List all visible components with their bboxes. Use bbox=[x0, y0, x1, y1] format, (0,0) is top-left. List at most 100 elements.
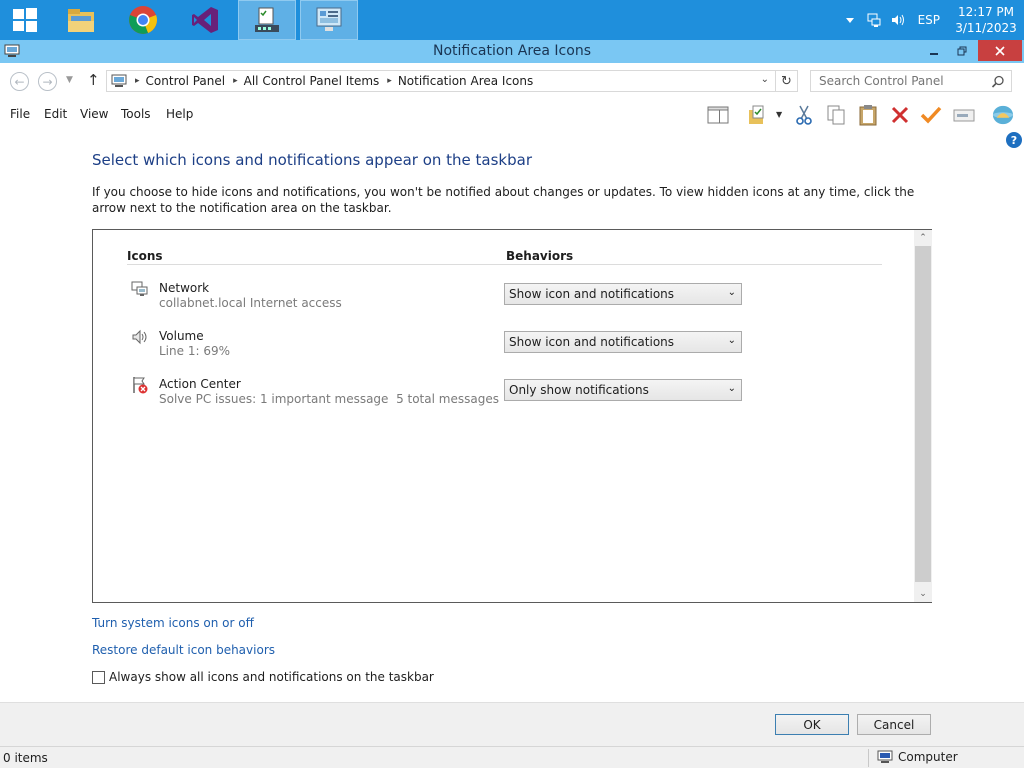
checkmark-icon bbox=[920, 106, 942, 124]
checkbox-box[interactable] bbox=[92, 670, 105, 684]
task-manager-icon bbox=[255, 7, 279, 32]
status-bar: 0 items Computer bbox=[0, 746, 1024, 768]
row-description: Solve PC issues: 1 important message 5 t… bbox=[159, 392, 499, 406]
dropdown-chevron-icon: ⌄ bbox=[727, 335, 736, 346]
layout-pane-icon bbox=[707, 106, 729, 124]
column-header-icons: Icons bbox=[127, 249, 163, 263]
forward-button[interactable]: → bbox=[38, 72, 57, 91]
icon-row-action-center: Action Center Solve PC issues: 1 importa… bbox=[131, 374, 851, 414]
clock-time: 12:17 PM bbox=[958, 5, 1014, 19]
delete-x-icon bbox=[891, 106, 909, 124]
menu-view[interactable]: View bbox=[80, 107, 108, 121]
visual-studio-icon bbox=[192, 7, 218, 33]
dropdown-chevron-icon: ⌄ bbox=[727, 287, 736, 298]
delete-button[interactable] bbox=[889, 104, 911, 126]
breadcrumb-control-panel[interactable]: Control Panel bbox=[146, 74, 226, 88]
windows-logo-icon bbox=[13, 8, 37, 32]
title-bar: Notification Area Icons bbox=[0, 40, 1024, 63]
volume-tray-icon[interactable] bbox=[888, 10, 908, 30]
start-button[interactable] bbox=[0, 0, 50, 40]
back-button[interactable]: ← bbox=[10, 72, 29, 91]
taskbar-task-manager[interactable] bbox=[238, 0, 296, 40]
search-input[interactable] bbox=[819, 74, 989, 88]
restore-button[interactable] bbox=[948, 40, 976, 61]
recent-locations-chevron-icon[interactable]: ▼ bbox=[66, 75, 73, 85]
menu-file[interactable]: File bbox=[10, 107, 30, 121]
ok-button[interactable]: OK bbox=[775, 714, 849, 735]
cancel-button[interactable]: Cancel bbox=[857, 714, 931, 735]
close-icon bbox=[995, 45, 1005, 56]
breadcrumb-separator-icon[interactable]: ▸ bbox=[387, 76, 392, 86]
scrollbar-thumb[interactable] bbox=[915, 246, 931, 582]
minimize-button[interactable] bbox=[920, 40, 948, 61]
behavior-selected-value: Only show notifications bbox=[509, 383, 649, 397]
folder-icon bbox=[68, 9, 94, 32]
breadcrumb-notification-area-icons[interactable]: Notification Area Icons bbox=[398, 74, 533, 88]
behavior-dropdown-volume[interactable]: Show icon and notifications ⌄ bbox=[504, 331, 742, 353]
restore-defaults-link[interactable]: Restore default icon behaviors bbox=[92, 643, 275, 657]
menu-help[interactable]: Help bbox=[166, 107, 193, 121]
row-name: Action Center bbox=[159, 377, 241, 391]
close-button[interactable] bbox=[978, 40, 1022, 61]
forward-arrow-icon: → bbox=[42, 74, 53, 89]
dropdown-chevron-icon: ⌄ bbox=[727, 383, 736, 394]
help-question-icon[interactable]: ? bbox=[1006, 132, 1022, 148]
computer-location-icon bbox=[111, 74, 127, 87]
column-header-behaviors: Behaviors bbox=[506, 249, 574, 263]
taskbar-chrome[interactable] bbox=[120, 0, 166, 40]
breadcrumb-separator-icon[interactable]: ▸ bbox=[135, 76, 140, 86]
address-toolbar: ← → ▼ ↑ ▸ Control Panel ▸ All Control Pa… bbox=[0, 63, 1024, 99]
behavior-selected-value: Show icon and notifications bbox=[509, 287, 675, 301]
clock[interactable]: 12:17 PM 3/11/2023 bbox=[948, 4, 1024, 36]
clock-date: 3/11/2023 bbox=[955, 21, 1017, 35]
cut-button[interactable] bbox=[793, 104, 815, 126]
refresh-button[interactable]: ↻ bbox=[775, 71, 797, 91]
taskbar-visual-studio[interactable] bbox=[182, 0, 228, 40]
language-indicator[interactable]: ESP bbox=[918, 13, 940, 27]
icon-row-network: Network collabnet.local Internet access … bbox=[131, 278, 851, 318]
address-bar[interactable]: ▸ Control Panel ▸ All Control Panel Item… bbox=[106, 70, 798, 92]
vertical-scrollbar[interactable]: ⌃ ⌄ bbox=[914, 230, 932, 602]
scroll-down-arrow-icon[interactable]: ⌄ bbox=[914, 586, 932, 602]
scissors-icon bbox=[796, 105, 812, 125]
always-show-label[interactable]: Always show all icons and notifications … bbox=[109, 670, 434, 684]
properties-folder-button[interactable] bbox=[746, 104, 768, 126]
status-divider bbox=[868, 749, 869, 767]
restore-icon bbox=[957, 46, 967, 55]
system-tray: ESP 12:17 PM 3/11/2023 bbox=[838, 0, 1024, 40]
copy-button[interactable] bbox=[825, 104, 847, 126]
rename-icon bbox=[953, 109, 975, 122]
rename-button[interactable] bbox=[953, 104, 975, 126]
behavior-dropdown-network[interactable]: Show icon and notifications ⌄ bbox=[504, 283, 742, 305]
show-hidden-icons-chevron-icon[interactable] bbox=[840, 10, 860, 30]
up-arrow-icon[interactable]: ↑ bbox=[87, 71, 100, 89]
address-dropdown-chevron-icon[interactable]: ⌄ bbox=[761, 74, 769, 85]
control-panel-icon bbox=[316, 7, 342, 31]
folder-options-chevron-icon[interactable]: ▼ bbox=[776, 110, 782, 119]
paste-button[interactable] bbox=[857, 104, 879, 126]
apply-button[interactable] bbox=[920, 104, 942, 126]
network-tray-icon[interactable] bbox=[864, 10, 884, 30]
menu-bar: File Edit View Tools Help ▼ bbox=[0, 99, 1024, 131]
search-icon[interactable] bbox=[991, 75, 1005, 89]
action-center-flag-icon bbox=[133, 377, 148, 394]
back-arrow-icon: ← bbox=[14, 74, 25, 89]
taskbar-file-explorer[interactable] bbox=[58, 0, 104, 40]
page-heading: Select which icons and notifications app… bbox=[92, 151, 532, 169]
search-box[interactable] bbox=[810, 70, 1012, 92]
behavior-dropdown-action-center[interactable]: Only show notifications ⌄ bbox=[504, 379, 742, 401]
refresh-icon: ↻ bbox=[781, 73, 792, 89]
scroll-up-arrow-icon[interactable]: ⌃ bbox=[914, 230, 932, 246]
layout-pane-button[interactable] bbox=[707, 104, 729, 126]
always-show-checkbox[interactable]: Always show all icons and notifications … bbox=[92, 670, 434, 684]
taskbar-control-panel[interactable] bbox=[300, 0, 358, 40]
main-content: ? Select which icons and notifications a… bbox=[0, 131, 1024, 702]
row-name: Network bbox=[159, 281, 210, 295]
breadcrumb-all-items[interactable]: All Control Panel Items bbox=[244, 74, 380, 88]
intro-text: If you choose to hide icons and notifica… bbox=[92, 185, 915, 215]
breadcrumb-separator-icon[interactable]: ▸ bbox=[233, 76, 238, 86]
menu-tools[interactable]: Tools bbox=[121, 107, 151, 121]
turn-system-icons-link[interactable]: Turn system icons on or off bbox=[92, 616, 254, 630]
menu-edit[interactable]: Edit bbox=[44, 107, 67, 121]
globe-button[interactable] bbox=[992, 104, 1014, 126]
